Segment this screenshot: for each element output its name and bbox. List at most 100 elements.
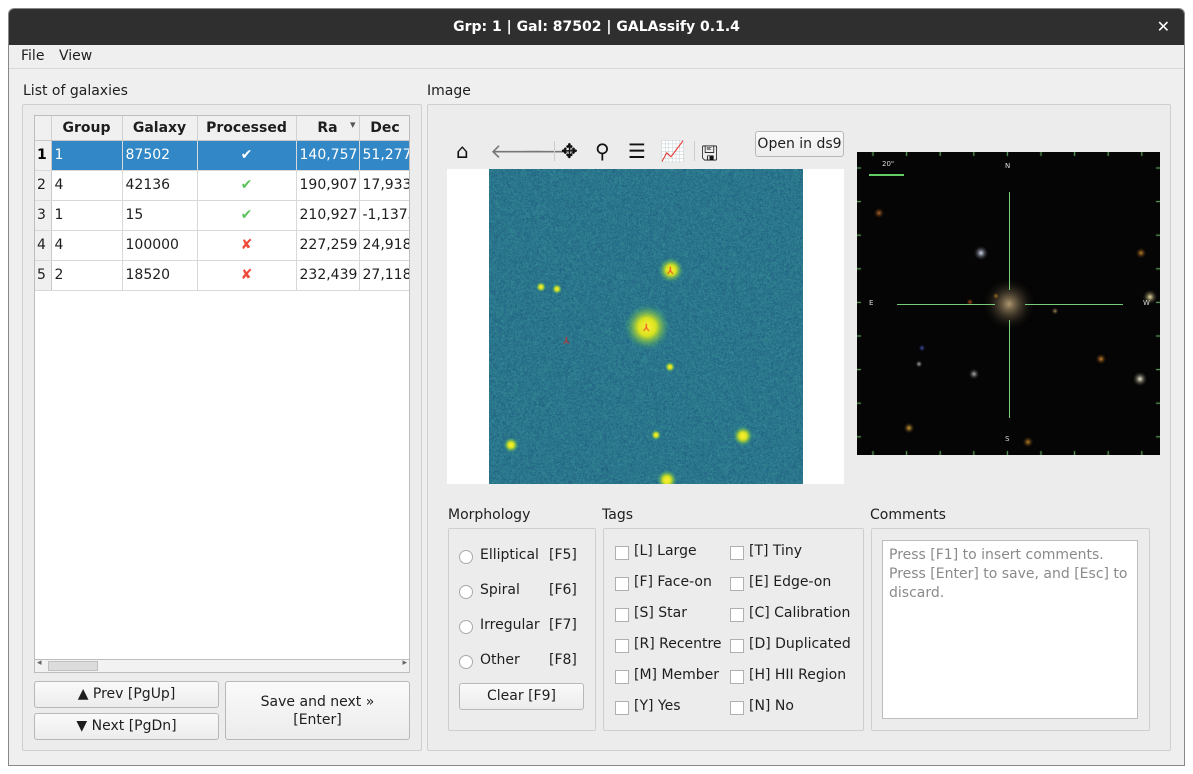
cell-group[interactable]: 2 <box>51 260 123 291</box>
cell-ra[interactable]: 190,907 <box>296 170 360 201</box>
cell-galaxy[interactable]: 87502 <box>122 140 198 171</box>
cell-dec[interactable]: 17,9333 <box>359 170 409 201</box>
check-icon[interactable]: ✔ <box>197 200 297 231</box>
save-icon[interactable]: 🖫 <box>701 139 718 173</box>
table-header: Group Galaxy Processed Ra ▾ Dec <box>35 116 409 141</box>
horizontal-scrollbar[interactable]: ◂ ▸ <box>34 658 410 673</box>
cell-dec[interactable]: 27,1189 <box>359 260 409 291</box>
cell-galaxy[interactable]: 15 <box>122 200 198 231</box>
cell-group[interactable]: 1 <box>51 140 123 171</box>
cell-group[interactable]: 1 <box>51 200 123 231</box>
tag-label: [M] Member <box>634 667 720 683</box>
configure-subplots-icon[interactable]: ☰ <box>628 139 646 163</box>
cell-ra[interactable]: 210,927 <box>296 200 360 231</box>
cell-galaxy[interactable]: 100000 <box>122 230 198 261</box>
save-next-label: Save and next » <box>260 694 375 710</box>
table-row[interactable]: 44100000✘227,25924,9184 <box>35 230 409 261</box>
row-header-corner <box>35 116 52 141</box>
comments-title: Comments <box>870 507 946 523</box>
pan-icon[interactable]: ✥ <box>561 139 578 163</box>
table-row[interactable]: 2442136✔190,90717,9333 <box>35 170 409 201</box>
cross-icon[interactable]: ✘ <box>197 230 297 261</box>
column-header-ra[interactable]: Ra ▾ <box>296 116 360 141</box>
cell-ra[interactable]: 227,259 <box>296 230 360 261</box>
row-number[interactable]: 3 <box>35 200 52 231</box>
open-ds9-button[interactable]: Open in ds9 <box>755 131 844 157</box>
checkbox[interactable] <box>730 577 744 591</box>
scrollbar-thumb[interactable] <box>48 661 98 671</box>
radio-button[interactable] <box>459 655 473 669</box>
galaxy-list-title: List of galaxies <box>23 83 128 99</box>
next-button[interactable]: ▼ Next [PgDn] <box>34 713 219 740</box>
checkbox[interactable] <box>615 608 629 622</box>
sort-arrow-icon: ▾ <box>349 118 356 131</box>
save-next-button[interactable]: Save and next » [Enter] <box>225 681 410 740</box>
cell-galaxy[interactable]: 18520 <box>122 260 198 291</box>
column-header-galaxy[interactable]: Galaxy <box>122 116 198 141</box>
menu-file[interactable]: File <box>21 48 44 64</box>
ra-label: Ra <box>317 119 338 136</box>
checkbox[interactable] <box>615 577 629 591</box>
checkbox[interactable] <box>615 670 629 684</box>
row-number[interactable]: 5 <box>35 260 52 291</box>
checkbox[interactable] <box>615 546 629 560</box>
cell-ra[interactable]: 232,439 <box>296 260 360 291</box>
column-header-processed[interactable]: Processed <box>197 116 297 141</box>
scroll-right-icon[interactable]: ▸ <box>402 658 407 668</box>
checkbox[interactable] <box>730 608 744 622</box>
check-icon[interactable]: ✔ <box>197 170 297 201</box>
radio-button[interactable] <box>459 585 473 599</box>
menu-bar: File View <box>9 45 1184 69</box>
compass-w: W <box>1143 299 1150 307</box>
tag-label: [R] Recentre <box>634 636 722 652</box>
cell-galaxy[interactable]: 42136 <box>122 170 198 201</box>
option-label: Irregular <box>480 617 540 633</box>
cell-dec[interactable]: 24,9184 <box>359 230 409 261</box>
tag-label: [S] Star <box>634 605 687 621</box>
close-icon[interactable]: ✕ <box>1157 9 1170 45</box>
tags-title: Tags <box>602 507 633 523</box>
column-header-group[interactable]: Group <box>51 116 123 141</box>
radio-button[interactable] <box>459 620 473 634</box>
scroll-left-icon[interactable]: ◂ <box>37 658 42 668</box>
row-number[interactable]: 2 <box>35 170 52 201</box>
morphology-title: Morphology <box>448 507 531 523</box>
save-next-key: [Enter] <box>293 712 342 728</box>
cell-group[interactable]: 4 <box>51 230 123 261</box>
fits-plot-area[interactable] <box>447 169 844 484</box>
cross-icon[interactable]: ✘ <box>197 260 297 291</box>
check-icon[interactable]: ✔ <box>197 140 297 171</box>
checkbox[interactable] <box>730 546 744 560</box>
checkbox[interactable] <box>615 639 629 653</box>
cell-group[interactable]: 4 <box>51 170 123 201</box>
tag-label: [N] No <box>749 698 794 714</box>
row-number[interactable]: 1 <box>35 140 52 171</box>
clear-morphology-button[interactable]: Clear [F9] <box>459 683 584 710</box>
cell-ra[interactable]: 140,757 <box>296 140 360 171</box>
row-number[interactable]: 4 <box>35 230 52 261</box>
crosshair-w <box>1025 304 1123 305</box>
home-icon[interactable]: ⌂ <box>456 139 469 163</box>
zoom-icon[interactable]: ⚲ <box>595 139 610 163</box>
fits-image[interactable] <box>489 169 803 484</box>
table-row[interactable]: 1187502✔140,75751,2774 <box>35 140 409 171</box>
compass-e: E <box>869 299 874 307</box>
radio-button[interactable] <box>459 550 473 564</box>
checkbox[interactable] <box>730 639 744 653</box>
toolbar-separator <box>554 141 555 161</box>
prev-button[interactable]: ▲ Prev [PgUp] <box>34 681 219 708</box>
edit-axis-icon[interactable]: 📈 <box>660 139 685 163</box>
cell-dec[interactable]: -1,1373 <box>359 200 409 231</box>
checkbox[interactable] <box>730 670 744 684</box>
table-row[interactable]: 5218520✘232,43927,1189 <box>35 260 409 291</box>
tag-label: [Y] Yes <box>634 698 681 714</box>
crosshair-e <box>897 304 995 305</box>
cell-dec[interactable]: 51,2774 <box>359 140 409 171</box>
tag-label: [D] Duplicated <box>749 636 851 652</box>
checkbox[interactable] <box>730 701 744 715</box>
column-header-dec[interactable]: Dec <box>359 116 409 141</box>
comments-textarea[interactable]: Press [F1] to insert comments. Press [En… <box>882 540 1138 719</box>
menu-view[interactable]: View <box>59 48 92 64</box>
table-row[interactable]: 3115✔210,927-1,1373 <box>35 200 409 231</box>
checkbox[interactable] <box>615 701 629 715</box>
